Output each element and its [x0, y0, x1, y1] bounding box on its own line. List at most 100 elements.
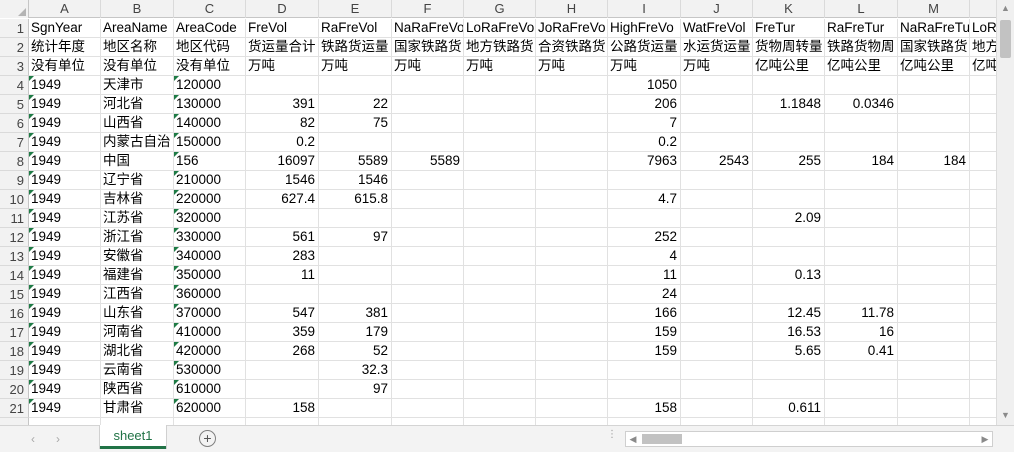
cell[interactable]: 地区代码 — [174, 38, 246, 57]
cell[interactable]: 166 — [608, 304, 681, 323]
cell[interactable] — [246, 418, 319, 425]
cell[interactable]: 云南省 — [101, 361, 174, 380]
cell[interactable] — [898, 114, 970, 133]
cell[interactable]: 75 — [319, 114, 392, 133]
cell[interactable]: 12.45 — [753, 304, 825, 323]
cell[interactable] — [898, 323, 970, 342]
cell[interactable] — [464, 228, 536, 247]
row-header[interactable]: 16 — [0, 304, 29, 323]
cell[interactable]: 610000 — [174, 380, 246, 399]
cell[interactable] — [898, 95, 970, 114]
cell[interactable]: 安徽省 — [101, 247, 174, 266]
cell[interactable] — [681, 304, 753, 323]
cell[interactable]: 合资铁路货 — [536, 38, 608, 57]
cell[interactable]: 1949 — [29, 133, 101, 152]
row-header[interactable]: 7 — [0, 133, 29, 152]
row-header[interactable]: 8 — [0, 152, 29, 171]
cell[interactable] — [681, 133, 753, 152]
cell[interactable] — [29, 418, 101, 425]
cell[interactable] — [825, 418, 898, 425]
cell[interactable]: 亿吨公里 — [753, 57, 825, 76]
cell[interactable] — [825, 76, 898, 95]
cell[interactable]: 0.41 — [825, 342, 898, 361]
cell[interactable]: 158 — [608, 399, 681, 418]
cell[interactable]: 220000 — [174, 190, 246, 209]
cell[interactable]: 1949 — [29, 323, 101, 342]
cell[interactable]: 210000 — [174, 171, 246, 190]
row-header[interactable]: 21 — [0, 399, 29, 418]
cell[interactable]: 中国 — [101, 152, 174, 171]
cell[interactable] — [681, 247, 753, 266]
cell[interactable] — [392, 418, 464, 425]
cell[interactable] — [753, 247, 825, 266]
cell[interactable] — [970, 323, 996, 342]
column-header[interactable]: D — [246, 0, 319, 18]
column-header[interactable]: M — [898, 0, 970, 18]
cell[interactable]: 亿吨 — [970, 57, 996, 76]
cell[interactable] — [536, 76, 608, 95]
cell[interactable] — [246, 285, 319, 304]
row-header[interactable]: 17 — [0, 323, 29, 342]
cell[interactable]: 320000 — [174, 209, 246, 228]
cell[interactable] — [898, 418, 970, 425]
cell[interactable]: 亿吨公里 — [825, 57, 898, 76]
cell[interactable]: 16.53 — [753, 323, 825, 342]
cell[interactable] — [898, 228, 970, 247]
cell[interactable] — [898, 361, 970, 380]
cell[interactable]: 没有单位 — [101, 57, 174, 76]
cell[interactable] — [392, 228, 464, 247]
add-sheet-icon[interactable]: + — [199, 430, 216, 447]
cell[interactable] — [464, 171, 536, 190]
prev-sheet-icon[interactable]: ‹ — [25, 430, 41, 448]
column-header[interactable]: E — [319, 0, 392, 18]
cell[interactable]: 1949 — [29, 304, 101, 323]
tab-splitter-icon[interactable]: ⋮ — [607, 430, 617, 440]
cell[interactable]: 甘肃省 — [101, 399, 174, 418]
cell[interactable]: 97 — [319, 228, 392, 247]
cell[interactable] — [681, 228, 753, 247]
cell[interactable] — [392, 133, 464, 152]
cell[interactable]: 亿吨公里 — [898, 57, 970, 76]
cell[interactable]: 120000 — [174, 76, 246, 95]
cell[interactable] — [174, 418, 246, 425]
column-header[interactable]: J — [681, 0, 753, 18]
cell[interactable] — [753, 418, 825, 425]
cell[interactable] — [392, 266, 464, 285]
cell[interactable] — [464, 380, 536, 399]
cell[interactable]: 32.3 — [319, 361, 392, 380]
cell[interactable] — [898, 304, 970, 323]
cell[interactable]: 52 — [319, 342, 392, 361]
cell[interactable] — [536, 380, 608, 399]
cell[interactable]: 1949 — [29, 171, 101, 190]
cell[interactable]: WatFreVol — [681, 19, 753, 38]
cell[interactable] — [464, 209, 536, 228]
cell[interactable] — [753, 114, 825, 133]
cell[interactable] — [319, 266, 392, 285]
cell[interactable] — [608, 418, 681, 425]
cell[interactable]: 1949 — [29, 361, 101, 380]
vertical-scrollbar[interactable]: ▲ ▼ — [996, 0, 1014, 425]
cell[interactable]: 150000 — [174, 133, 246, 152]
cell[interactable]: 浙江省 — [101, 228, 174, 247]
cell[interactable]: 252 — [608, 228, 681, 247]
cell[interactable] — [608, 209, 681, 228]
cell[interactable]: 340000 — [174, 247, 246, 266]
column-header[interactable]: B — [101, 0, 174, 18]
cell[interactable] — [681, 114, 753, 133]
cell[interactable] — [970, 95, 996, 114]
row-header[interactable]: 15 — [0, 285, 29, 304]
cell[interactable]: 22 — [319, 95, 392, 114]
cell[interactable] — [825, 190, 898, 209]
cell[interactable] — [464, 361, 536, 380]
cell[interactable] — [246, 76, 319, 95]
cell[interactable]: JoRaFreVo — [536, 19, 608, 38]
cell[interactable]: 0.13 — [753, 266, 825, 285]
cell[interactable]: 1546 — [246, 171, 319, 190]
select-all-button[interactable] — [0, 0, 29, 18]
cell[interactable] — [898, 171, 970, 190]
cell[interactable] — [681, 266, 753, 285]
cell[interactable]: 11 — [608, 266, 681, 285]
row-header[interactable]: 13 — [0, 247, 29, 266]
cell[interactable] — [681, 418, 753, 425]
cell[interactable] — [536, 228, 608, 247]
